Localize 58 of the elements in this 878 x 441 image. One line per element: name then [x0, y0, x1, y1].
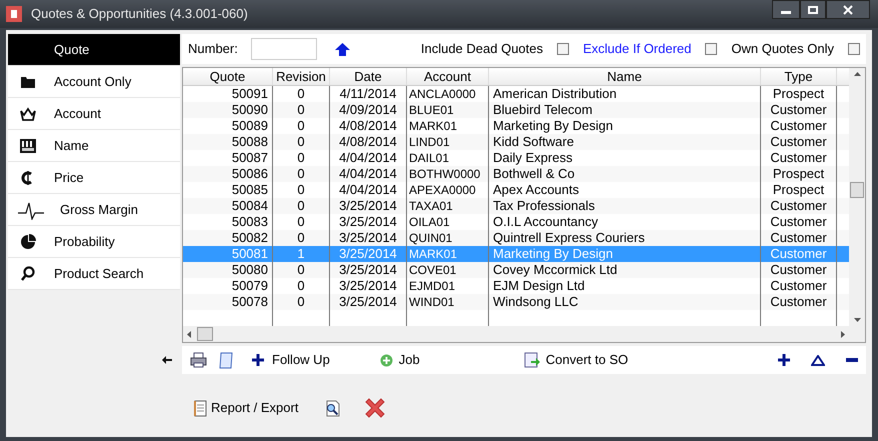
- checkbox[interactable]: [557, 43, 569, 55]
- document-icon[interactable]: [219, 352, 234, 368]
- scroll-thumb[interactable]: [197, 327, 213, 341]
- table-row[interactable]: 50086 0 4/04/2014 BOTHW0000 Bothwell & Co Prospect: [183, 166, 849, 182]
- follow-up-button[interactable]: Follow Up: [252, 350, 330, 370]
- horizontal-scrollbar[interactable]: [183, 326, 865, 342]
- notebook-icon: [194, 400, 207, 416]
- app-icon: [6, 6, 22, 22]
- scroll-up-icon[interactable]: [854, 72, 860, 76]
- minimize-button[interactable]: [772, 0, 800, 19]
- printer-icon[interactable]: [190, 352, 207, 368]
- convert-to-so-button[interactable]: Convert to SO: [524, 350, 628, 370]
- add-icon[interactable]: [778, 354, 790, 366]
- column-header[interactable]: Revision: [273, 68, 330, 85]
- filter-label: Own Quotes Only: [731, 40, 834, 58]
- window-title: Quotes & Opportunities (4.3.001-060): [31, 5, 248, 24]
- scroll-left-icon[interactable]: [187, 330, 191, 338]
- sidebar-item[interactable]: Product Search: [8, 258, 180, 290]
- sidebar-item[interactable]: Gross Margin: [8, 194, 180, 226]
- column-header[interactable]: Quote: [183, 68, 273, 85]
- sidebar-item[interactable]: Price: [8, 162, 180, 194]
- number-label: Number:: [188, 40, 238, 58]
- close-button[interactable]: [826, 0, 870, 19]
- triangle-icon[interactable]: [811, 354, 825, 366]
- filter-label: Include Dead Quotes: [420, 40, 543, 58]
- number-field[interactable]: [250, 38, 317, 60]
- column-header[interactable]: Type: [761, 68, 837, 85]
- plus-circle-icon: [380, 354, 393, 366]
- arrow-up-icon[interactable]: [334, 42, 350, 56]
- scroll-right-icon[interactable]: [841, 330, 845, 338]
- column-header[interactable]: Date: [330, 68, 407, 85]
- table-row[interactable]: 50084 0 3/25/2014 TAXA01 Tax Professionals Customer: [183, 198, 849, 214]
- column-header[interactable]: Account: [407, 68, 489, 85]
- job-button[interactable]: Job: [380, 350, 420, 370]
- close-icon: [843, 4, 853, 14]
- sidebar-item[interactable]: Probability: [8, 226, 180, 258]
- scroll-down-icon[interactable]: [854, 318, 860, 322]
- table-row[interactable]: 50090 0 4/09/2014 BLUE01 Bluebird Telecom Customer: [183, 102, 849, 118]
- table-row[interactable]: 50088 0 4/08/2014 LIND01 Kidd Software Customer: [183, 134, 849, 150]
- sidebar-item[interactable]: Account Only: [8, 66, 180, 98]
- pie-chart-icon: [18, 232, 38, 252]
- sidebar-item[interactable]: Account: [8, 98, 180, 130]
- back-arrow-icon[interactable]: [162, 356, 172, 364]
- report-export-button[interactable]: Report / Export: [194, 398, 298, 418]
- maximize-button[interactable]: [800, 0, 826, 19]
- table-row[interactable]: 50078 0 3/25/2014 WIND01 Windsong LLC Customer: [183, 294, 849, 310]
- filter-link[interactable]: Exclude If Ordered: [583, 39, 692, 59]
- scroll-thumb[interactable]: [850, 182, 864, 198]
- plus-icon: [252, 354, 264, 366]
- sidebar-item[interactable]: Quote: [8, 34, 180, 66]
- checkbox[interactable]: [705, 43, 718, 55]
- table-row[interactable]: 50082 0 3/25/2014 QUIN01 Quintrell Express Couriers Customer: [183, 230, 849, 246]
- vertical-scrollbar[interactable]: [849, 68, 865, 326]
- column-header[interactable]: Name: [489, 68, 761, 85]
- checkbox[interactable]: [848, 43, 860, 55]
- table-row[interactable]: 50080 0 3/25/2014 COVE01 Covey Mccormick Ltd Customer: [183, 262, 849, 278]
- magnifier-document-icon[interactable]: [324, 400, 340, 416]
- sidebar-item[interactable]: Name: [8, 130, 180, 162]
